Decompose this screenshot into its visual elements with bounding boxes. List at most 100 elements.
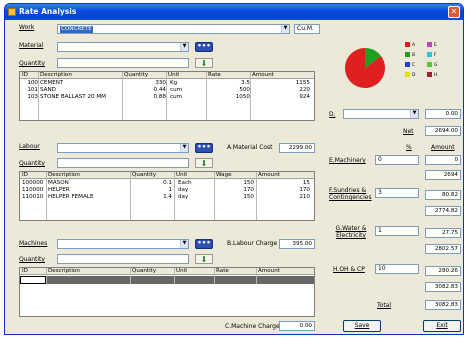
work-unit: Cu.M. (294, 24, 320, 34)
cost-pie-chart (345, 48, 385, 88)
labour-combo[interactable]: ▼ (57, 143, 189, 153)
net-value: 2694.00 (425, 126, 461, 136)
chevron-down-icon[interactable]: ▼ (180, 43, 188, 51)
total-label: Total (377, 302, 392, 309)
legend-item: A (405, 42, 415, 49)
selected-cell[interactable] (20, 276, 46, 284)
material-browse-button[interactable]: ••• (195, 42, 213, 52)
h-percent-input[interactable]: 10 (375, 264, 419, 274)
close-button[interactable]: ✕ (448, 6, 460, 18)
labour-browse-button[interactable]: ••• (195, 143, 213, 153)
app-icon (8, 8, 16, 16)
legend-item: E (427, 42, 437, 49)
d-label: D. (329, 111, 336, 118)
material-quantity-input[interactable] (57, 58, 189, 68)
machine-charge-value: 0.00 (279, 321, 315, 331)
material-cost-label: A.Material Cost (227, 144, 273, 151)
machines-quantity-label: Quantity (19, 256, 45, 263)
legend-item: B (405, 52, 415, 59)
e-percent-input[interactable]: 0 (375, 155, 419, 165)
material-combo[interactable]: ▼ (57, 42, 189, 52)
rate-analysis-window: Rate Analysis ✕ Work CONCRETE ▼ Cu.M. Ma… (4, 3, 464, 335)
material-quantity-label: Quantity (19, 60, 45, 67)
h-amount: 280.26 (425, 266, 461, 276)
subtotal-2: 2774.82 (425, 206, 461, 216)
table-row[interactable]: 101 SAND 0.44 cum 500 220 (20, 87, 314, 94)
machine-charge-label: C.Machine Charge (225, 323, 280, 330)
work-combo[interactable]: CONCRETE ▼ (57, 24, 290, 34)
labour-charge-label: B.Labour Charge (227, 240, 278, 247)
amount-header: Amount (431, 144, 455, 151)
save-button[interactable]: Save (343, 320, 381, 332)
legend-item: H (427, 72, 437, 79)
labour-charge-value: 395.00 (279, 239, 315, 249)
table-row[interactable]: 110000 HELPER 1 day 170 170 (20, 187, 314, 194)
percent-header: % (406, 144, 412, 151)
material-cost-value: 2299.00 (279, 143, 315, 153)
machines-label: Machines (19, 240, 48, 247)
h-label: H.OH & CP (333, 266, 365, 273)
chevron-down-icon[interactable]: ▼ (180, 144, 188, 152)
f-percent-input[interactable]: 3 (375, 188, 419, 198)
work-label: Work (19, 24, 35, 31)
down-arrow-icon: ⬇ (200, 255, 208, 264)
down-arrow-icon: ⬇ (200, 59, 208, 68)
pie-legend: A E B F C G D H (405, 42, 457, 88)
table-row[interactable]: 100000 MASON 0.1 Each 150 15 (20, 180, 314, 187)
labour-label: Labour (19, 143, 40, 150)
f-amount: 80.82 (425, 190, 461, 200)
chevron-down-icon[interactable]: ▼ (281, 25, 289, 33)
legend-swatch (405, 42, 410, 47)
g-percent-input[interactable]: 1 (375, 226, 419, 236)
material-grid[interactable]: ID Description Quantity Unit Rate Amount… (19, 71, 315, 121)
machines-combo[interactable]: ▼ (57, 239, 189, 249)
f-label: F.Sundries & Contingencies (329, 187, 372, 201)
title-bar: Rate Analysis ✕ (5, 4, 463, 20)
material-grid-header: ID Description Quantity Unit Rate Amount (20, 72, 314, 79)
chevron-down-icon[interactable]: ▼ (180, 240, 188, 248)
material-add-button[interactable]: ⬇ (195, 58, 213, 68)
chevron-down-icon[interactable]: ▼ (410, 110, 418, 118)
legend-swatch (427, 52, 432, 57)
down-arrow-icon: ⬇ (200, 159, 208, 168)
exit-button[interactable]: Exit (423, 320, 461, 332)
machines-add-button[interactable]: ⬇ (195, 254, 213, 264)
g-label: G.Water & Electricity (335, 225, 367, 239)
e-label: E.Machinery (329, 157, 366, 164)
d-combo[interactable]: ▼ (343, 109, 419, 119)
e-amount: 0 (425, 155, 461, 165)
legend-swatch (405, 72, 410, 77)
legend-swatch (405, 62, 410, 67)
net-label: Net (403, 128, 414, 135)
table-row[interactable]: 110010 HELPER FEMALE 1.4 day 150 210 (20, 194, 314, 201)
window-title: Rate Analysis (19, 7, 77, 16)
machines-browse-button[interactable]: ••• (195, 239, 213, 249)
subtotal-1: 2694 (425, 170, 461, 180)
table-row[interactable]: 100 CEMENT 330 Kg 3.5 1155 (20, 80, 314, 87)
labour-grid[interactable]: ID Description Quantity Unit Wage Amount… (19, 171, 315, 221)
labour-quantity-input[interactable] (57, 158, 189, 168)
work-value: CONCRETE (60, 26, 93, 33)
legend-swatch (427, 62, 432, 67)
machines-quantity-input[interactable] (57, 254, 189, 264)
subtotal-4: 3082.83 (425, 282, 461, 292)
labour-quantity-label: Quantity (19, 160, 45, 167)
d-value: 0.00 (425, 109, 461, 119)
legend-swatch (405, 52, 410, 57)
legend-swatch (427, 72, 432, 77)
subtotal-3: 2802.57 (425, 244, 461, 254)
table-row[interactable]: 103 STONE BALLAST 20 MM 0.88 cum 1050 92… (20, 94, 314, 101)
legend-swatch (427, 42, 432, 47)
material-label: Material (19, 42, 44, 49)
machine-grid-header: ID Description Quantity Unit Rate Amount (20, 268, 314, 275)
g-amount: 27.75 (425, 228, 461, 238)
labour-add-button[interactable]: ⬇ (195, 158, 213, 168)
table-row[interactable] (20, 276, 314, 284)
legend-item: D (405, 72, 415, 79)
labour-grid-header: ID Description Quantity Unit Wage Amount (20, 172, 314, 179)
legend-item: G (427, 62, 438, 69)
machine-grid[interactable]: ID Description Quantity Unit Rate Amount (19, 267, 315, 317)
legend-item: C (405, 62, 415, 69)
legend-item: F (427, 52, 437, 59)
total-value: 3082.83 (425, 300, 461, 310)
